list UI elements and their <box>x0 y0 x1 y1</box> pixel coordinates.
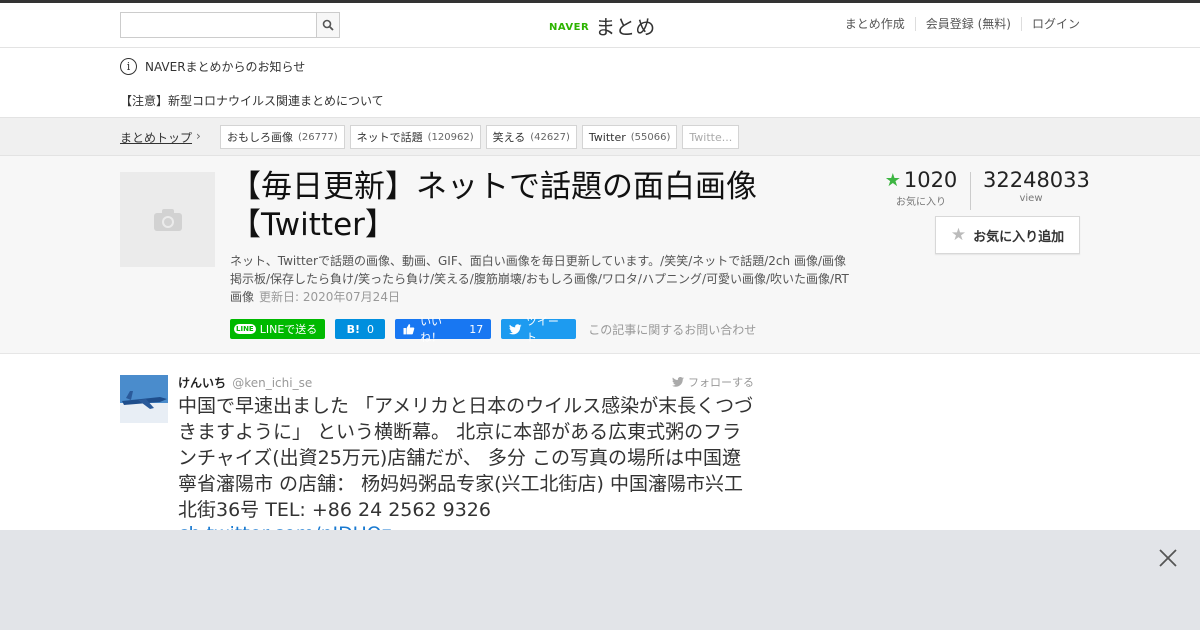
search-icon <box>322 19 334 31</box>
line-share-button[interactable]: LINE LINEで送る <box>230 319 326 339</box>
notice-area: i NAVERまとめからのお知らせ 【注意】新型コロナウイルス関連まとめについて <box>0 48 1200 118</box>
add-favorite-button[interactable]: ★ お気に入り追加 <box>935 216 1080 254</box>
article-stats: ★ 1020 お気に入り 32248033 view <box>884 168 1090 210</box>
notice-heading: i NAVERまとめからのお知らせ <box>120 58 305 75</box>
close-ad-button[interactable] <box>1156 546 1180 570</box>
tweet-button[interactable]: ツイート <box>501 315 577 344</box>
article-description: ネット、Twitterで話題の画像、動画、GIF、面白い画像を毎日更新しています… <box>230 252 850 306</box>
tag-label: ネットで話題 <box>356 131 423 144</box>
facebook-like-button[interactable]: いいね！ 17 <box>395 315 492 344</box>
tag-item[interactable]: ネットで話題 (120962) <box>349 125 481 149</box>
search-input[interactable] <box>120 12 316 38</box>
star-outline-icon: ★ <box>950 225 967 245</box>
stats-divider <box>970 172 971 210</box>
fav-count-value: 1020 <box>903 168 958 192</box>
airplane-avatar-image <box>120 375 168 423</box>
tag-list: おもしろ画像 (26777) ネットで話題 (120962) 笑える (42627) … <box>220 125 744 149</box>
top-nav: まとめ作成 会員登録 (無料) ログイン <box>835 17 1080 31</box>
tag-count: (120962) <box>427 131 474 143</box>
breadcrumb-top-link[interactable]: まとめトップ <box>120 129 192 146</box>
tweet-text: 中国で早速出ました 「アメリカと日本のウイルス感染が末長くつづきますように」 と… <box>178 395 754 521</box>
chevron-right-icon: › <box>196 129 201 143</box>
star-icon: ★ <box>884 169 901 191</box>
add-favorite-label: お気に入り追加 <box>973 229 1065 245</box>
follow-label: フォローする <box>688 376 754 389</box>
logo-matome: まとめ <box>595 15 656 39</box>
fb-like-label: いいね！ <box>420 315 443 344</box>
close-icon <box>1159 549 1177 567</box>
notice-link[interactable]: 【注意】新型コロナウイルス関連まとめについて <box>120 92 384 109</box>
page-title: 【毎日更新】ネットで話題の面白画像【Twitter】 <box>230 169 757 243</box>
tag-item[interactable]: Twitter (55066) <box>581 125 678 149</box>
camera-icon <box>153 208 182 231</box>
search-box <box>120 12 340 38</box>
top-bar: NAVER まとめ まとめ作成 会員登録 (無料) ログイン <box>0 0 1200 48</box>
favorite-count: ★ 1020 お気に入り <box>884 168 958 210</box>
hatena-icon: B! <box>346 322 360 336</box>
naver-matome-logo[interactable]: NAVER まとめ <box>549 11 655 40</box>
info-icon: i <box>120 58 137 75</box>
line-share-label: LINEで送る <box>259 323 318 336</box>
hatena-count: 0 <box>366 322 374 336</box>
fav-count-label: お気に入り <box>896 197 946 208</box>
tag-count: (26777) <box>298 131 338 143</box>
tag-count: (42627) <box>530 131 570 143</box>
view-count-label: view <box>1019 193 1043 204</box>
breadcrumb: まとめトップ › おもしろ画像 (26777) ネットで話題 (120962) 笑え… <box>0 118 1200 156</box>
view-count: 32248033 view <box>983 168 1090 210</box>
tag-item[interactable]: 笑える (42627) <box>485 125 577 149</box>
tag-label: おもしろ画像 <box>227 131 293 144</box>
share-buttons: LINE LINEで送る B! 0 いいね！ 17 ツイート この記事に関するお問い合… <box>230 315 756 344</box>
notice-title: NAVERまとめからのお知らせ <box>145 60 306 74</box>
tag-count: (55066) <box>630 131 671 143</box>
avatar[interactable] <box>120 375 168 423</box>
tag-label: Twitte... <box>689 130 733 144</box>
twitter-bird-icon <box>672 377 684 387</box>
logo-naver: NAVER <box>549 21 590 33</box>
tag-item[interactable]: Twitte... <box>682 125 740 149</box>
ad-overlay <box>0 530 1200 630</box>
follow-button[interactable]: フォローする <box>672 374 754 390</box>
tweet-author[interactable]: けんいち @ken_ichi_se <box>178 374 312 391</box>
view-count-value: 32248033 <box>983 168 1090 192</box>
nav-register[interactable]: 会員登録 (無料) <box>914 17 1021 31</box>
updated-date: 更新日: 2020年07月24日 <box>259 290 400 304</box>
inquiry-link[interactable]: この記事に関するお問い合わせ <box>588 321 756 338</box>
thumbs-up-icon <box>403 324 415 335</box>
fb-like-count: 17 <box>469 322 484 336</box>
tag-label: 笑える <box>492 131 526 144</box>
line-icon: LINE <box>234 324 256 334</box>
article-header: 【毎日更新】ネットで話題の面白画像【Twitter】 ネット、Twitterで話… <box>0 156 1200 354</box>
hatena-bookmark-button[interactable]: B! 0 <box>335 319 386 339</box>
tag-item[interactable]: おもしろ画像 (26777) <box>220 125 345 149</box>
nav-create-matome[interactable]: まとめ作成 <box>835 17 915 31</box>
article-thumbnail <box>120 172 215 267</box>
tag-label: Twitter <box>588 130 626 144</box>
twitter-bird-icon <box>509 323 522 334</box>
search-button[interactable] <box>316 12 340 38</box>
tweet-author-name: けんいち <box>178 376 227 390</box>
nav-login[interactable]: ログイン <box>1020 17 1080 31</box>
tweet-author-handle: @ken_ichi_se <box>232 376 313 390</box>
tweet-label: ツイート <box>525 315 559 344</box>
